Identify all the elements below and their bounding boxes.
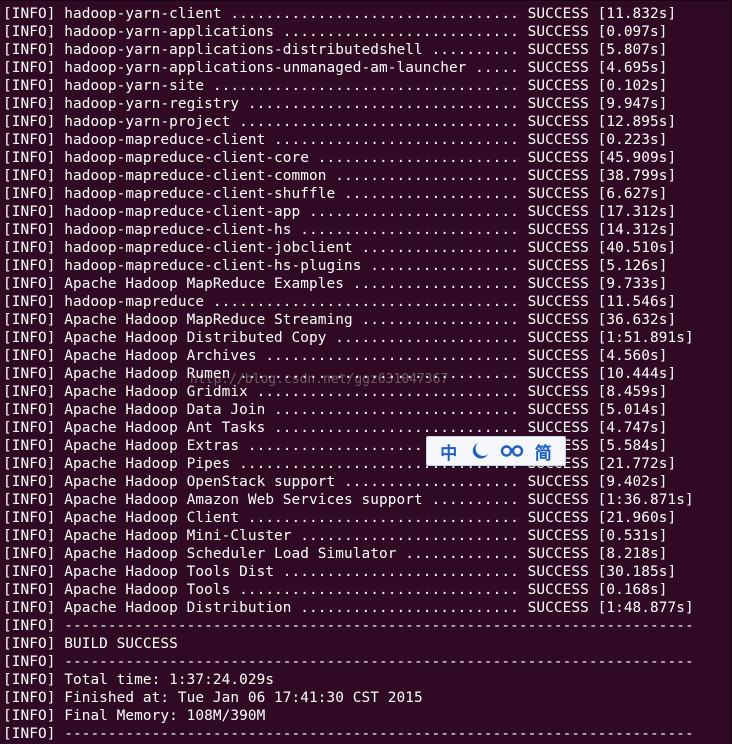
ime-simplified-label: 简 (534, 443, 552, 464)
terminal-line: [INFO] hadoop-yarn-site ................… (3, 78, 668, 94)
terminal-line: [INFO] hadoop-yarn-applications ........… (3, 24, 668, 40)
terminal-line: [INFO] hadoop-mapreduce-client-shuffle .… (3, 186, 668, 202)
terminal-line: [INFO] hadoop-mapreduce ................… (3, 294, 677, 310)
terminal-line: [INFO] BUILD SUCCESS (3, 636, 178, 652)
terminal-line: [INFO] Apache Hadoop Tools Dist ........… (3, 564, 677, 580)
terminal-line: [INFO] Apache Hadoop Ant Tasks .........… (3, 420, 668, 436)
terminal-line: [INFO] Apache Hadoop OpenStack support .… (3, 474, 668, 490)
terminal-line: [INFO] hadoop-yarn-applications-unmanage… (3, 60, 668, 76)
ime-toolbar[interactable]: 中 简 (426, 436, 566, 466)
terminal-line: [INFO] hadoop-mapreduce-client-core ....… (3, 150, 677, 166)
ime-punctuation-button[interactable] (466, 438, 494, 464)
terminal-line: [INFO] Apache Hadoop Distributed Copy ..… (3, 330, 694, 346)
terminal-line: [INFO] Finished at: Tue Jan 06 17:41:30 … (3, 690, 423, 706)
terminal-line: [INFO] Apache Hadoop Gridmix ...........… (3, 384, 668, 400)
terminal-line: [INFO] hadoop-mapreduce-client-hs-plugin… (3, 258, 668, 274)
terminal-line: [INFO] Apache Hadoop Rumen .............… (3, 366, 677, 382)
terminal-line: [INFO] hadoop-yarn-client ..............… (3, 6, 677, 22)
terminal-line: [INFO] Apache Hadoop Archives ..........… (3, 348, 668, 364)
moon-icon (473, 443, 489, 459)
terminal-line: [INFO] Apache Hadoop Client ............… (3, 510, 677, 526)
terminal-line: [INFO] Apache Hadoop Scheduler Load Simu… (3, 546, 668, 562)
terminal-line: [INFO] Apache Hadoop Mini-Cluster ......… (3, 528, 668, 544)
terminal-line: [INFO] Apache Hadoop Distribution ......… (3, 600, 694, 616)
terminal-line: [INFO] Apache Hadoop MapReduce Examples … (3, 276, 668, 292)
terminal-line: [INFO] Apache Hadoop Amazon Web Services… (3, 492, 694, 508)
terminal-line: [INFO] hadoop-mapreduce-client-jobclient… (3, 240, 677, 256)
terminal-line: [INFO] Apache Hadoop Tools .............… (3, 582, 668, 598)
terminal-line: [INFO] Apache Hadoop MapReduce Streaming… (3, 312, 677, 328)
terminal-line: [INFO] hadoop-mapreduce-client .........… (3, 132, 668, 148)
terminal-line: [INFO] ---------------------------------… (3, 726, 694, 742)
terminal-line: [INFO] ---------------------------------… (3, 618, 694, 634)
ime-chinese-mode-button[interactable]: 中 (435, 438, 463, 464)
terminal-window[interactable]: [INFO] hadoop-yarn-client ..............… (0, 0, 732, 744)
ime-soft-keyboard-button[interactable] (498, 438, 526, 464)
terminal-line: [INFO] Apache Hadoop Pipes .............… (3, 456, 677, 472)
glasses-icon (500, 445, 523, 457)
terminal-line: [INFO] hadoop-mapreduce-client-common ..… (3, 168, 677, 184)
ime-chinese-mode-label: 中 (440, 443, 458, 464)
ime-simplified-button[interactable]: 简 (529, 438, 557, 464)
terminal-line: [INFO] Total time: 1:37:24.029s (3, 672, 275, 688)
terminal-line: [INFO] hadoop-yarn-project .............… (3, 114, 677, 130)
terminal-line: [INFO] ---------------------------------… (3, 654, 694, 670)
terminal-line: [INFO] hadoop-yarn-registry ............… (3, 96, 668, 112)
terminal-line: [INFO] Final Memory: 108M/390M (3, 708, 266, 724)
terminal-line: [INFO] hadoop-mapreduce-client-app .....… (3, 204, 677, 220)
terminal-line: [INFO] Apache Hadoop Extras ............… (3, 438, 668, 454)
terminal-line: [INFO] Apache Hadoop Data Join .........… (3, 402, 668, 418)
terminal-line: [INFO] hadoop-yarn-applications-distribu… (3, 42, 668, 58)
terminal-line: [INFO] hadoop-mapreduce-client-hs ......… (3, 222, 677, 238)
